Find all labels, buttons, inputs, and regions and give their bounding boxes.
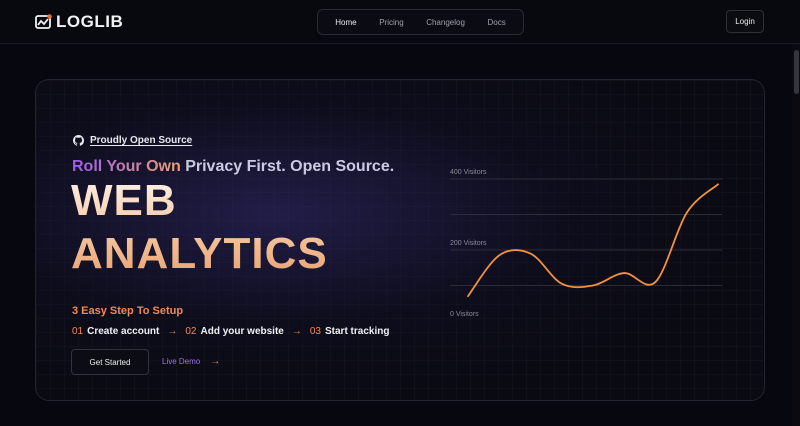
y-axis-label: 400 Visitors [450, 169, 487, 176]
get-started-button[interactable]: Get Started [71, 349, 149, 375]
scrollbar[interactable] [792, 44, 800, 426]
top-nav: LOGLIB Home Pricing Changelog Docs Login [0, 0, 800, 44]
scrollbar-thumb[interactable] [794, 50, 799, 94]
github-icon [73, 135, 84, 146]
nav-changelog[interactable]: Changelog [426, 18, 465, 27]
tagline: Roll Your Own Privacy First. Open Source… [72, 158, 394, 176]
logo-text: LOGLIB [56, 12, 124, 31]
tagline-rest: Privacy First. Open Source. [185, 158, 395, 175]
step-label: Create account [87, 326, 160, 337]
live-demo-link[interactable]: Live Demo → [162, 356, 220, 367]
step-number: 03 [309, 326, 321, 337]
visitors-chart: 400 Visitors 200 Visitors 0 Visitors [450, 169, 722, 318]
live-demo-label: Live Demo [162, 357, 201, 366]
open-source-label: Proudly Open Source [90, 135, 193, 146]
steps-title: 3 Easy Step To Setup [72, 305, 184, 317]
open-source-link[interactable]: Proudly Open Source [73, 135, 192, 146]
step-label: Start tracking [324, 326, 390, 337]
step-2: 02 Add your website [185, 326, 283, 337]
arrow-right-icon: → [291, 326, 302, 337]
series-line [467, 183, 719, 298]
logo-chart-icon [35, 14, 52, 29]
step-number: 02 [185, 326, 197, 337]
y-axis-label: 0 Visitors [450, 311, 479, 318]
nav-pricing[interactable]: Pricing [379, 18, 403, 27]
arrow-right-icon: → [210, 356, 221, 367]
nav-home[interactable]: Home [335, 18, 356, 27]
y-axis-label: 200 Visitors [450, 240, 487, 247]
step-number: 01 [72, 326, 84, 337]
tagline-highlight: Roll Your Own [72, 158, 181, 175]
step-1: 01 Create account [72, 326, 159, 337]
hero-title-line-2: ANALYTICS [71, 229, 328, 278]
step-3: 03 Start tracking [310, 326, 390, 337]
nav-menu: Home Pricing Changelog Docs [317, 9, 524, 35]
hero-title-line-1: WEB [71, 176, 177, 225]
nav-docs[interactable]: Docs [487, 18, 505, 27]
steps-list: 01 Create account → 02 Add your website … [72, 326, 389, 337]
step-label: Add your website [200, 326, 284, 337]
logo[interactable]: LOGLIB [35, 12, 123, 32]
login-button[interactable]: Login [726, 10, 764, 33]
hero-card: Proudly Open Source Roll Your Own Privac… [35, 79, 765, 401]
arrow-right-icon: → [167, 326, 178, 337]
